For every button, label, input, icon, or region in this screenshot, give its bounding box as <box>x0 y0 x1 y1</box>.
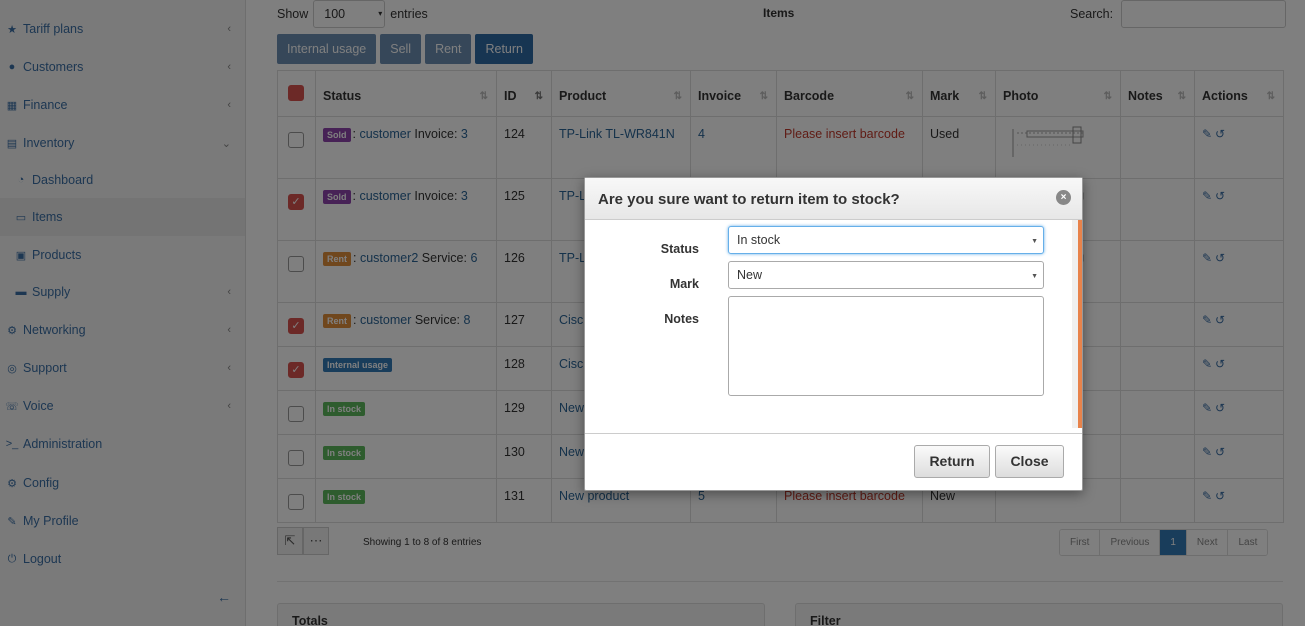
notes-label: Notes <box>664 312 699 326</box>
return-modal: Are you sure want to return item to stoc… <box>584 177 1083 491</box>
mark-label: Mark <box>669 277 699 291</box>
mark-select[interactable]: New ▼ <box>728 261 1044 289</box>
status-select[interactable]: In stock ▼ <box>728 226 1044 254</box>
notes-textarea[interactable] <box>728 296 1044 396</box>
modal-body: Status In stock ▼ Mark New ▼ Notes <box>585 220 1082 433</box>
modal-title: Are you sure want to return item to stoc… <box>598 191 900 208</box>
scrollbar[interactable] <box>1078 220 1082 428</box>
caret-icon: ▼ <box>1031 238 1038 245</box>
modal-footer: Return Close <box>585 433 1082 490</box>
caret-icon: ▼ <box>1031 273 1038 280</box>
close-icon[interactable]: × <box>1056 190 1071 205</box>
modal-close-button[interactable]: Close <box>995 445 1064 478</box>
status-label: Status <box>660 242 699 256</box>
modal-return-button[interactable]: Return <box>914 445 990 478</box>
modal-header: Are you sure want to return item to stoc… <box>585 178 1082 220</box>
